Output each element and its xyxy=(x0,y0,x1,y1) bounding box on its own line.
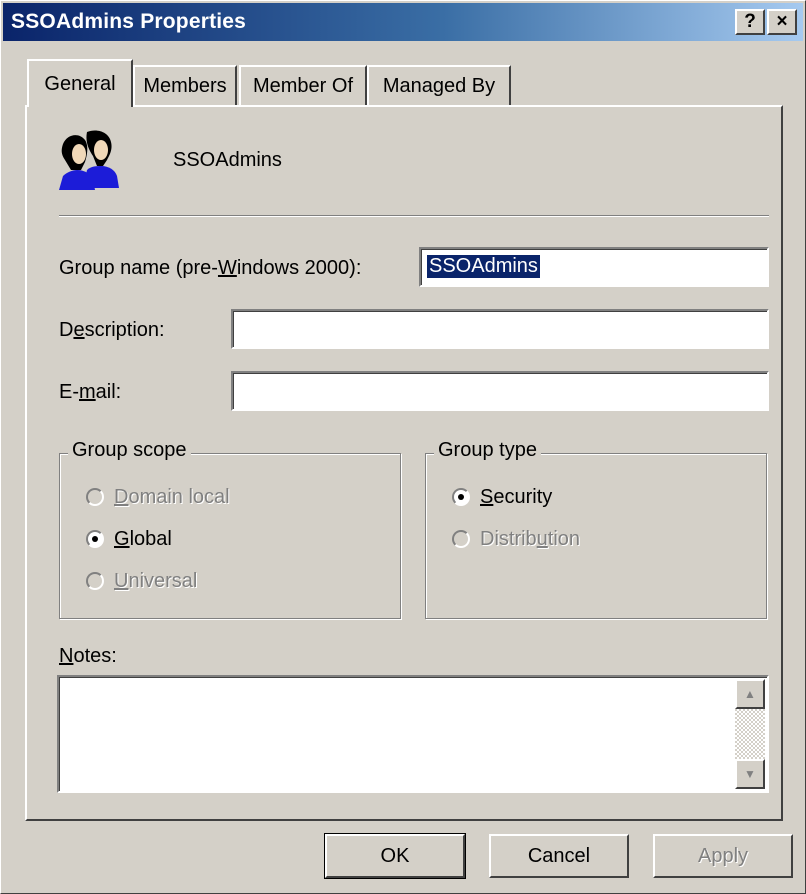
group-name-field[interactable]: SSOAdmins xyxy=(419,247,769,287)
scope-global-radio[interactable] xyxy=(86,530,104,548)
group-scope-legend: Group scope xyxy=(68,439,191,462)
header-separator xyxy=(59,215,769,217)
properties-dialog: SSOAdmins Properties ? × General Members… xyxy=(0,0,806,894)
type-distribution-radio[interactable] xyxy=(452,530,470,548)
title-bar[interactable]: SSOAdmins Properties ? × xyxy=(3,3,803,41)
scope-universal-option[interactable]: Universal xyxy=(86,570,197,593)
tab-member-of[interactable]: Member Of xyxy=(239,65,367,105)
group-users-icon xyxy=(59,130,119,190)
type-distribution-option[interactable]: Distribution xyxy=(452,528,580,551)
cancel-button[interactable]: Cancel xyxy=(489,834,629,878)
group-type-box: Group type Security Distribution xyxy=(425,439,767,619)
notes-scrollbar[interactable]: ▲ ▼ xyxy=(735,679,765,789)
close-button[interactable]: × xyxy=(767,9,797,35)
ok-button[interactable]: OK xyxy=(324,833,466,879)
description-label: Description: xyxy=(59,319,165,341)
group-display-name: SSOAdmins xyxy=(173,149,282,171)
window-title: SSOAdmins Properties xyxy=(11,10,247,33)
group-type-legend: Group type xyxy=(434,439,541,462)
tab-members[interactable]: Members xyxy=(133,65,237,105)
notes-textarea[interactable]: ▲ ▼ xyxy=(57,675,769,793)
help-button[interactable]: ? xyxy=(735,9,765,35)
apply-button[interactable]: Apply xyxy=(653,834,793,878)
email-label: E-mail: xyxy=(59,381,122,403)
group-name-label: Group name (pre-Windows 2000): xyxy=(59,257,362,279)
tab-general[interactable]: General xyxy=(27,59,133,107)
description-field[interactable] xyxy=(231,309,769,349)
scroll-down-arrow-icon[interactable]: ▼ xyxy=(735,759,765,789)
scroll-up-arrow-icon[interactable]: ▲ xyxy=(735,679,765,709)
type-security-option[interactable]: Security xyxy=(452,486,552,509)
group-name-value: SSOAdmins xyxy=(427,255,540,278)
scope-global-option[interactable]: Global xyxy=(86,528,172,551)
scope-domain-local-radio[interactable] xyxy=(86,488,104,506)
type-security-radio[interactable] xyxy=(452,488,470,506)
tab-managed-by[interactable]: Managed By xyxy=(367,65,511,105)
group-scope-box: Group scope Domain local Global Universa… xyxy=(59,439,401,619)
email-field[interactable] xyxy=(231,371,769,411)
scope-domain-local-option[interactable]: Domain local xyxy=(86,486,230,509)
notes-label: Notes: xyxy=(59,645,117,667)
scope-universal-radio[interactable] xyxy=(86,572,104,590)
